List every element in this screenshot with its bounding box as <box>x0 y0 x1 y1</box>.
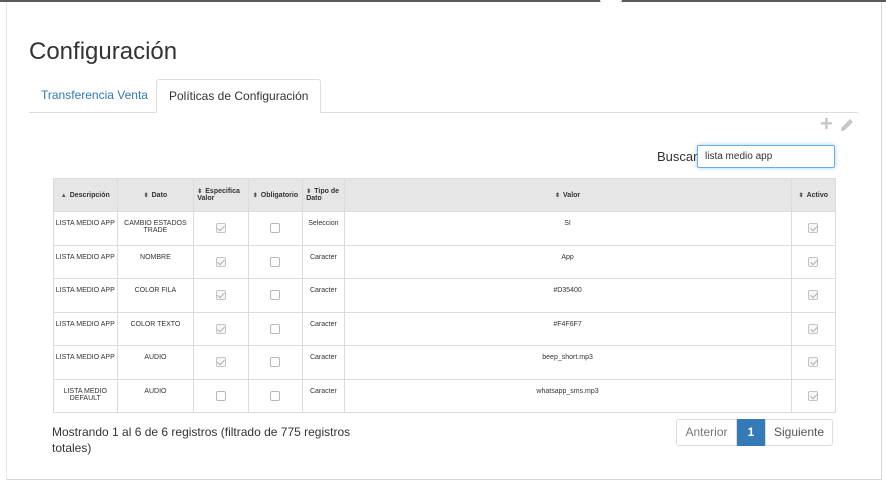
cell-dato: COLOR TEXTO <box>116 311 195 346</box>
sort-icon: ⬍ <box>252 192 258 199</box>
activo-checkbox[interactable] <box>808 223 819 233</box>
cell-descripcion: LISTA MEDIO APP <box>53 244 118 279</box>
cell-descripcion: LISTA MEDIO APP <box>53 345 118 380</box>
toolbar: + <box>818 113 858 135</box>
cell-tipo-dato: Caracter <box>302 244 345 279</box>
column-header-activo[interactable]: ⬍ Activo <box>790 178 837 212</box>
obligatorio-checkbox[interactable] <box>270 323 281 334</box>
cell-tipo-dato: Caracter <box>302 378 345 413</box>
obligatorio-checkbox[interactable] <box>270 290 281 300</box>
especifica-valor-checkbox[interactable] <box>215 357 226 367</box>
especifica-valor-checkbox[interactable] <box>215 223 226 233</box>
cell-tipo-dato: Caracter <box>302 278 345 313</box>
cell-valor: whatsapp_sms.mp3 <box>343 378 792 413</box>
previous-page-button[interactable]: Anterior <box>676 419 737 446</box>
especifica-valor-checkbox[interactable] <box>215 290 226 300</box>
cell-tipo-dato: Seleccion <box>302 211 345 246</box>
table-body: LISTA MEDIO APP CAMBIO ESTADOS TRADE Sel… <box>53 211 837 413</box>
activo-checkbox[interactable] <box>808 357 819 367</box>
cell-descripcion: LISTA MEDIO APP <box>53 211 118 246</box>
table-info: Mostrando 1 al 6 de 6 registros (filtrad… <box>52 425 351 455</box>
activo-checkbox[interactable] <box>808 390 819 401</box>
next-page-button[interactable]: Siguiente <box>765 419 833 446</box>
table-header-row: ▲ Descripción ⬍ Dato ⬍ Especifica Valor ⬍ Ob… <box>53 178 837 212</box>
sort-asc-icon: ▲ <box>60 192 67 199</box>
page-title: Configuración <box>29 38 178 66</box>
obligatorio-checkbox[interactable] <box>270 256 281 267</box>
cell-dato: AUDIO <box>116 378 195 413</box>
cell-dato: NOMBRE <box>116 244 195 279</box>
sort-icon: ⬍ <box>143 192 149 199</box>
cell-valor: SI <box>343 211 792 246</box>
cell-valor: #F4F6F7 <box>343 311 792 346</box>
config-table: ▲ Descripción ⬍ Dato ⬍ Especifica Valor ⬍ Ob… <box>53 178 837 413</box>
especifica-valor-checkbox[interactable] <box>215 256 226 267</box>
cell-descripcion: LISTA MEDIO DEFAULT <box>53 378 118 413</box>
plus-icon[interactable]: + <box>820 113 833 135</box>
cell-valor: beep_short.mp3 <box>343 345 792 380</box>
column-header-especifica-valor[interactable]: ⬍ Especifica Valor <box>193 178 249 212</box>
cell-descripcion: LISTA MEDIO APP <box>53 278 118 313</box>
page-1-button[interactable]: 1 <box>737 419 765 446</box>
column-header-obligatorio[interactable]: ⬍ Obligatorio <box>247 178 304 212</box>
activo-checkbox[interactable] <box>808 290 819 300</box>
table-row[interactable]: LISTA MEDIO APP COLOR FILA Caracter #D35… <box>53 278 837 313</box>
column-header-descripcion[interactable]: ▲ Descripción <box>53 178 118 212</box>
table-row[interactable]: LISTA MEDIO APP AUDIO Caracter beep_shor… <box>53 345 837 380</box>
obligatorio-checkbox[interactable] <box>270 390 281 401</box>
obligatorio-checkbox[interactable] <box>270 223 281 233</box>
tab-politicas-configuracion[interactable]: Políticas de Configuración <box>156 79 322 113</box>
cell-valor: #D35400 <box>343 278 792 313</box>
obligatorio-checkbox[interactable] <box>270 357 281 367</box>
column-header-valor[interactable]: ⬍ Valor <box>343 178 792 212</box>
column-header-tipo-dato[interactable]: ⬍ Tipo de Dato <box>302 178 345 212</box>
sort-icon: ⬍ <box>798 192 804 199</box>
sort-icon: ⬍ <box>554 192 561 199</box>
cell-dato: COLOR FILA <box>116 278 195 313</box>
pencil-icon[interactable] <box>838 116 856 139</box>
table-row[interactable]: LISTA MEDIO APP CAMBIO ESTADOS TRADE Sel… <box>53 211 837 246</box>
tab-transferencia-venta[interactable]: Transferencia Venta <box>29 79 160 112</box>
cell-valor: App <box>343 244 792 279</box>
table-row[interactable]: LISTA MEDIO APP NOMBRE Caracter App <box>53 244 837 279</box>
especifica-valor-checkbox[interactable] <box>215 323 226 334</box>
search-label: Buscar: <box>657 149 702 164</box>
activo-checkbox[interactable] <box>808 256 819 267</box>
cell-dato: AUDIO <box>116 345 195 380</box>
cell-descripcion: LISTA MEDIO APP <box>53 311 118 346</box>
especifica-valor-checkbox[interactable] <box>215 390 226 401</box>
tab-bar: Transferencia Venta Políticas de Configu… <box>29 79 858 113</box>
activo-checkbox[interactable] <box>808 323 819 334</box>
table-row[interactable]: LISTA MEDIO APP COLOR TEXTO Caracter #F4… <box>53 311 837 346</box>
cell-dato: CAMBIO ESTADOS TRADE <box>116 211 195 246</box>
cell-tipo-dato: Caracter <box>302 311 345 346</box>
cell-tipo-dato: Caracter <box>302 345 345 380</box>
table-row[interactable]: LISTA MEDIO DEFAULT AUDIO Caracter whats… <box>53 378 837 413</box>
search-input[interactable] <box>697 145 835 168</box>
column-header-dato[interactable]: ⬍ Dato <box>116 178 195 212</box>
